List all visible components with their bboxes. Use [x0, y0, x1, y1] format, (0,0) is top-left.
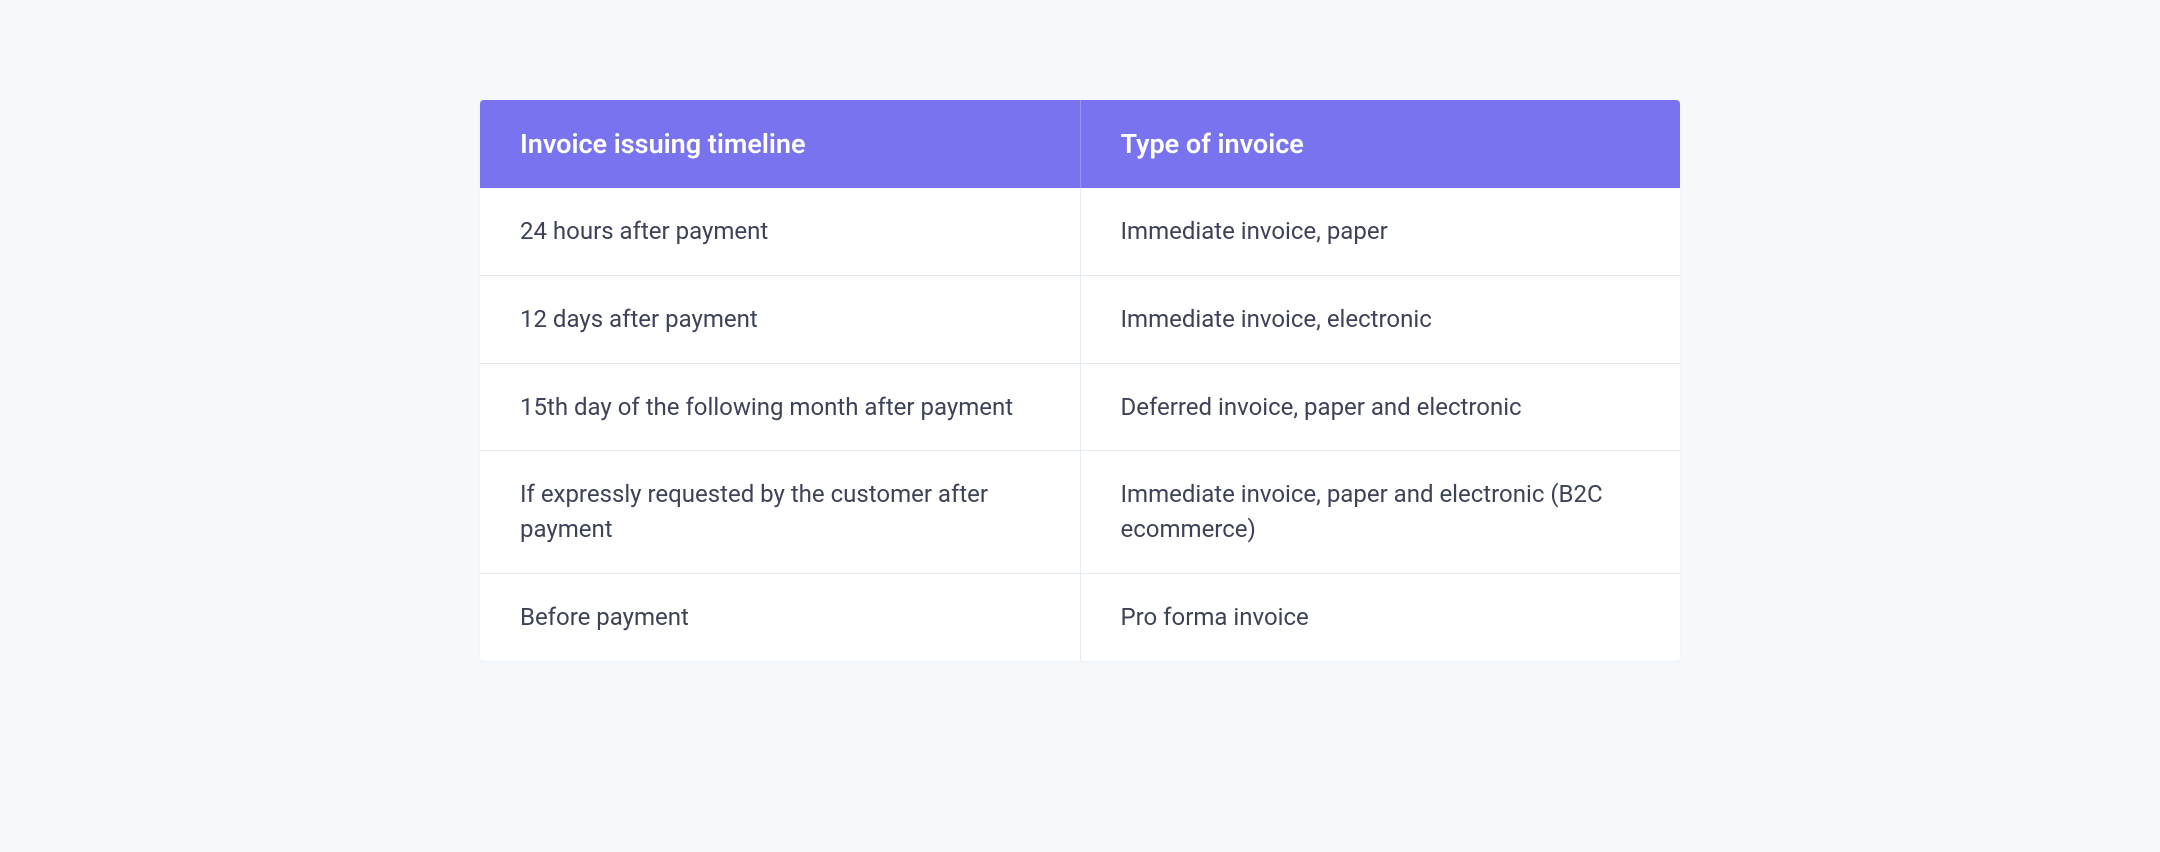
cell-type: Pro forma invoice	[1081, 574, 1681, 661]
cell-type: Immediate invoice, paper and electronic …	[1081, 451, 1681, 573]
cell-type: Deferred invoice, paper and electronic	[1081, 364, 1681, 451]
table-row: If expressly requested by the customer a…	[480, 451, 1680, 574]
invoice-table: Invoice issuing timeline Type of invoice…	[480, 100, 1680, 661]
table-header-row: Invoice issuing timeline Type of invoice	[480, 100, 1680, 188]
cell-timeline: Before payment	[480, 574, 1081, 661]
table-row: 24 hours after payment Immediate invoice…	[480, 188, 1680, 276]
header-timeline: Invoice issuing timeline	[480, 100, 1081, 188]
table-row: 15th day of the following month after pa…	[480, 364, 1680, 452]
cell-timeline: 24 hours after payment	[480, 188, 1081, 275]
header-type: Type of invoice	[1081, 100, 1681, 188]
cell-timeline: 15th day of the following month after pa…	[480, 364, 1081, 451]
cell-timeline: If expressly requested by the customer a…	[480, 451, 1081, 573]
table-row: Before payment Pro forma invoice	[480, 574, 1680, 661]
cell-type: Immediate invoice, paper	[1081, 188, 1681, 275]
table-row: 12 days after payment Immediate invoice,…	[480, 276, 1680, 364]
cell-timeline: 12 days after payment	[480, 276, 1081, 363]
cell-type: Immediate invoice, electronic	[1081, 276, 1681, 363]
